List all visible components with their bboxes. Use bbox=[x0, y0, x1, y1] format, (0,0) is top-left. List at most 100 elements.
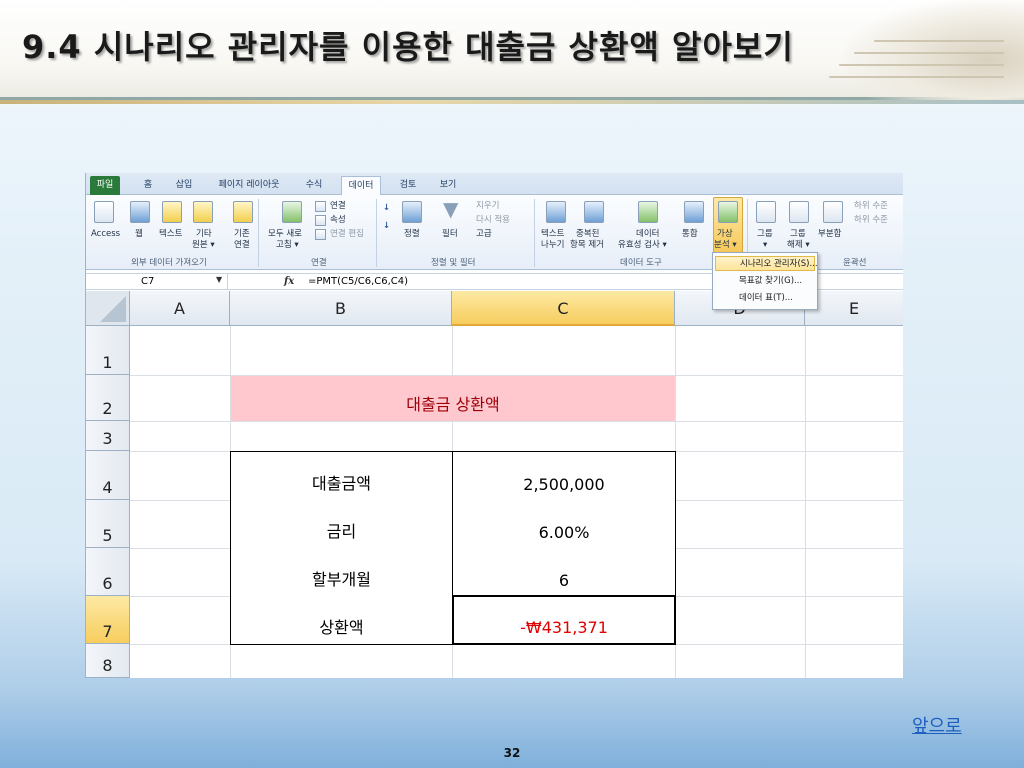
tab-formulas[interactable]: 수식 bbox=[302, 176, 326, 195]
excel-screenshot: 파일 홈 삽입 페이지 레이아웃 수식 데이터 검토 보기 Access 웹 텍… bbox=[85, 173, 903, 678]
filter-icon[interactable]: ▼ bbox=[443, 197, 458, 221]
hide-detail-button[interactable]: 하위 수준 bbox=[854, 215, 888, 226]
row-header-2[interactable]: 2 bbox=[86, 375, 130, 421]
tab-view[interactable]: 보기 bbox=[436, 176, 460, 195]
web-icon[interactable] bbox=[130, 201, 150, 223]
menu-item-data-table[interactable]: 데이터 표(T)... bbox=[715, 291, 815, 306]
row-header-5[interactable]: 5 bbox=[86, 500, 130, 548]
web-button[interactable]: 웹 bbox=[135, 229, 143, 240]
tab-data[interactable]: 데이터 bbox=[341, 176, 381, 196]
access-button[interactable]: Access bbox=[91, 229, 120, 240]
column-header-a[interactable]: A bbox=[130, 291, 230, 326]
ungroup-icon[interactable] bbox=[789, 201, 809, 223]
sort-descending-icon[interactable]: ↓ bbox=[383, 221, 390, 232]
connections-button[interactable]: 연결 bbox=[330, 201, 346, 212]
group-separator bbox=[258, 199, 259, 267]
cell-b4[interactable]: 대출금액 bbox=[230, 451, 453, 501]
row-number: 6 bbox=[102, 574, 113, 593]
row-header-8[interactable]: 8 bbox=[86, 644, 130, 678]
text-to-columns-button-line2[interactable]: 나누기 bbox=[541, 240, 564, 251]
cell-c7-active[interactable]: -₩431,371 bbox=[452, 595, 676, 645]
properties-icon[interactable] bbox=[315, 215, 326, 226]
column-header-b[interactable]: B bbox=[230, 291, 452, 326]
filter-button[interactable]: 필터 bbox=[442, 229, 458, 240]
remove-duplicates-icon[interactable] bbox=[584, 201, 604, 223]
existing-connections-button-line2[interactable]: 연결 bbox=[234, 240, 250, 251]
group-label-external-data: 외부 데이터 가져오기 bbox=[131, 258, 207, 268]
data-validation-button-line2[interactable]: 유효성 검사 ▾ bbox=[618, 240, 667, 251]
data-validation-icon[interactable] bbox=[638, 201, 658, 223]
refresh-all-button-line2[interactable]: 고침 ▾ bbox=[276, 240, 299, 251]
connections-icon[interactable] bbox=[315, 201, 326, 212]
what-if-analysis-label-line2[interactable]: 분석 ▾ bbox=[714, 240, 737, 251]
ungroup-button[interactable]: 그룹 bbox=[790, 229, 806, 240]
group-button-arrow[interactable]: ▾ bbox=[763, 240, 767, 251]
other-sources-icon[interactable] bbox=[193, 201, 213, 223]
reapply-filter-button[interactable]: 다시 적용 bbox=[476, 215, 510, 226]
column-header-e[interactable]: E bbox=[805, 291, 903, 326]
cell-b6[interactable]: 할부개월 bbox=[230, 548, 453, 597]
cell-b2-title[interactable]: 대출금 상환액 bbox=[231, 376, 675, 421]
row-header-7[interactable]: 7 bbox=[86, 596, 130, 644]
cell-c5[interactable]: 6.00% bbox=[452, 500, 676, 549]
text-to-columns-button[interactable]: 텍스트 bbox=[541, 229, 564, 240]
edit-links-icon[interactable] bbox=[315, 229, 326, 240]
other-sources-button[interactable]: 기타 bbox=[196, 229, 212, 240]
cell-c4[interactable]: 2,500,000 bbox=[452, 451, 676, 501]
select-all-corner[interactable] bbox=[86, 291, 130, 326]
access-icon[interactable] bbox=[94, 201, 114, 223]
sort-icon[interactable] bbox=[402, 201, 422, 223]
sort-ascending-icon[interactable]: ↓ bbox=[383, 203, 390, 214]
group-button[interactable]: 그룹 bbox=[757, 229, 773, 240]
refresh-all-button[interactable]: 모두 새로 bbox=[268, 229, 302, 240]
consolidate-icon[interactable] bbox=[684, 201, 704, 223]
tab-file[interactable]: 파일 bbox=[90, 176, 120, 195]
existing-connections-button[interactable]: 기존 bbox=[234, 229, 250, 240]
next-link[interactable]: 앞으로 bbox=[912, 712, 962, 738]
column-header-c[interactable]: C bbox=[452, 291, 675, 326]
text-to-columns-icon[interactable] bbox=[546, 201, 566, 223]
existing-connections-icon[interactable] bbox=[233, 201, 253, 223]
remove-duplicates-button[interactable]: 중복된 bbox=[576, 229, 599, 240]
text-button[interactable]: 텍스트 bbox=[159, 229, 182, 240]
consolidate-button[interactable]: 통합 bbox=[682, 229, 698, 240]
cell-b5[interactable]: 금리 bbox=[230, 500, 453, 549]
what-if-analysis-icon[interactable] bbox=[718, 201, 738, 223]
insert-function-icon[interactable]: fx bbox=[284, 274, 294, 290]
menu-item-scenario-manager[interactable]: 시나리오 관리자(S)... bbox=[715, 256, 818, 271]
edit-links-button[interactable]: 연결 편집 bbox=[330, 229, 364, 240]
data-validation-button[interactable]: 데이터 bbox=[636, 229, 659, 240]
row-number: 1 bbox=[102, 353, 113, 372]
what-if-analysis-label[interactable]: 가상 bbox=[717, 229, 733, 240]
cell-text: 6 bbox=[558, 571, 570, 590]
refresh-all-icon[interactable] bbox=[282, 201, 302, 223]
tab-insert[interactable]: 삽입 bbox=[172, 176, 196, 195]
formula-input[interactable]: =PMT(C5/C6,C6,C4) bbox=[308, 274, 408, 290]
tab-home[interactable]: 홈 bbox=[140, 176, 156, 195]
cell-b7[interactable]: 상환액 bbox=[230, 596, 453, 645]
group-icon[interactable] bbox=[756, 201, 776, 223]
cell-c6[interactable]: 6 bbox=[452, 548, 676, 597]
sort-button[interactable]: 정렬 bbox=[404, 229, 420, 240]
remove-duplicates-button-line2[interactable]: 항목 제거 bbox=[570, 240, 604, 251]
name-box-dropdown-icon[interactable]: ▼ bbox=[216, 275, 222, 284]
name-box[interactable]: C7 bbox=[86, 274, 228, 290]
tab-page-layout[interactable]: 페이지 레이아웃 bbox=[214, 176, 284, 195]
row-header-1[interactable]: 1 bbox=[86, 326, 130, 375]
menu-item-goal-seek[interactable]: 목표값 찾기(G)... bbox=[715, 274, 815, 289]
cell-text: -₩431,371 bbox=[520, 618, 608, 637]
show-detail-button[interactable]: 하위 수준 bbox=[854, 201, 888, 212]
properties-button[interactable]: 속성 bbox=[330, 215, 346, 226]
subtotal-icon[interactable] bbox=[823, 201, 843, 223]
subtotal-button[interactable]: 부분합 bbox=[818, 229, 841, 240]
ungroup-button-line2[interactable]: 해제 ▾ bbox=[787, 240, 810, 251]
other-sources-button-line2[interactable]: 원본 ▾ bbox=[192, 240, 215, 251]
row-header-3[interactable]: 3 bbox=[86, 421, 130, 451]
row-number: 2 bbox=[102, 399, 113, 418]
row-header-6[interactable]: 6 bbox=[86, 548, 130, 596]
text-file-icon[interactable] bbox=[162, 201, 182, 223]
clear-filter-button[interactable]: 지우기 bbox=[476, 201, 499, 212]
row-header-4[interactable]: 4 bbox=[86, 451, 130, 500]
advanced-filter-button[interactable]: 고급 bbox=[476, 229, 492, 240]
tab-review[interactable]: 검토 bbox=[396, 176, 420, 195]
